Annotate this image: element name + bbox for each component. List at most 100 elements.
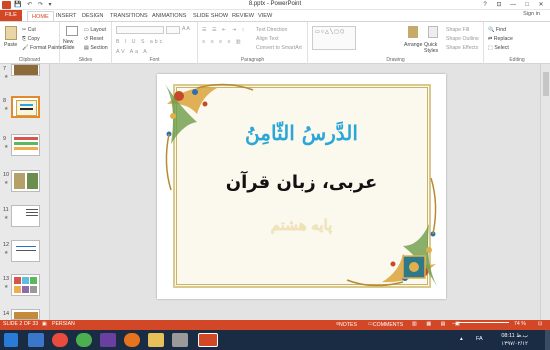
slide-thumbnail[interactable] [11, 134, 40, 156]
clock[interactable]: 08:11 ب.ظ ۱۳۹۷/۰۲/۱۲ [501, 332, 528, 348]
close-button[interactable]: ✕ [534, 0, 548, 10]
align-buttons[interactable]: ≡ ≡ ≡ ≡ ▥ [202, 39, 243, 45]
app-icon[interactable] [172, 333, 188, 347]
grade-title: پایه هشتم [270, 216, 333, 234]
ribbon: Paste ✂ Cut ⎘ Copy 🖌 Format Painter Clip… [0, 21, 550, 64]
animation-star-icon: ★ [4, 250, 9, 256]
slide-thumbnail[interactable] [11, 240, 40, 262]
slide-thumbnail-pane[interactable]: 7 ★ 8 ★ 9 ★ 10 ★ 11 ★ 12 ★ 13 ★ 14 [0, 64, 50, 325]
editing-group: 🔍 Find ⇄ Replace ⬚ Select Editing [484, 22, 550, 64]
find-button[interactable]: 🔍 Find [488, 27, 506, 33]
quick-styles-icon [428, 26, 438, 38]
ribbon-display-button[interactable]: ⊡ [492, 0, 506, 10]
font-name-dropdown[interactable] [116, 26, 164, 34]
reset-button[interactable]: ↺ Reset [84, 36, 103, 42]
animation-star-icon: ★ [4, 180, 9, 186]
format-painter-button[interactable]: 🖌 Format Painter [22, 45, 64, 51]
firefox-icon[interactable] [124, 333, 140, 347]
file-explorer-icon[interactable] [148, 333, 164, 347]
list-buttons[interactable]: ☰ ☰ ⇤ ⇥ ↕ [202, 27, 246, 33]
align-text-button[interactable]: Align Text [256, 36, 278, 42]
slide-thumbnail[interactable] [11, 274, 40, 296]
copy-button[interactable]: ⎘ Copy [22, 36, 40, 43]
editing-label: Editing [509, 57, 525, 63]
language-indicator-tray[interactable]: FA [476, 336, 483, 342]
shape-outline-button[interactable]: Shape Outline [446, 36, 479, 42]
current-slide[interactable]: الدَّرسُ الثّامِنُ عربی، زبان قرآن پایه … [157, 74, 446, 299]
tab-home[interactable]: HOME [27, 11, 54, 21]
start-button[interactable] [4, 333, 18, 347]
notes-label: NOTES [339, 322, 357, 328]
zoom-level[interactable]: 74 % [514, 321, 526, 327]
language-indicator[interactable]: PERSIAN [52, 321, 75, 327]
animation-star-icon: ★ [4, 106, 9, 112]
convert-smartart-button[interactable]: Convert to SmartArt [256, 45, 302, 51]
paste-button[interactable]: Paste [4, 42, 17, 48]
ie-icon[interactable] [28, 333, 44, 347]
minimize-button[interactable]: — [506, 0, 520, 10]
quick-styles-button[interactable]: Quick Styles [424, 42, 444, 54]
tab-review[interactable]: REVIEW [232, 11, 254, 21]
tab-view[interactable]: VIEW [258, 11, 272, 21]
thumb-number: 12 [3, 242, 10, 248]
select-button[interactable]: ⬚ Select [488, 45, 509, 51]
reset-label: Reset [89, 36, 104, 42]
slide-thumbnail-selected[interactable] [11, 96, 40, 118]
arrange-button[interactable]: Arrange [404, 42, 422, 48]
sign-in-link[interactable]: Sign in [523, 11, 540, 17]
slide-thumbnail[interactable] [11, 170, 40, 192]
new-slide-button[interactable]: New Slide [63, 39, 83, 51]
zoom-slider[interactable]: – + [452, 321, 509, 327]
notes-button[interactable]: ≡ NOTES [336, 321, 357, 328]
shapes-gallery[interactable]: ▭○△╲▢⬡ [312, 26, 356, 50]
arrange-icon [408, 26, 418, 38]
tray-icons[interactable]: ▴ [460, 336, 463, 342]
cut-button[interactable]: ✂ Cut [22, 27, 36, 33]
help-button[interactable]: ? [478, 0, 492, 10]
tab-file[interactable]: FILE [0, 10, 22, 21]
find-label: Find [495, 27, 506, 33]
shape-fill-button[interactable]: Shape Fill [446, 27, 469, 33]
maximize-button[interactable]: □ [520, 0, 534, 10]
tab-slide-show[interactable]: SLIDE SHOW [193, 11, 228, 21]
font-size-dropdown[interactable] [166, 26, 180, 34]
text-direction-button[interactable]: Text Direction [256, 27, 287, 33]
font-style-buttons[interactable]: B I U S abc [116, 39, 164, 45]
lesson-title: الدَّرسُ الثّامِنُ [245, 121, 358, 145]
new-slide-icon [66, 26, 78, 36]
grow-font-icon[interactable]: A A [182, 26, 190, 32]
slides-label: Slides [78, 57, 93, 63]
tab-transitions[interactable]: TRANSITIONS [110, 11, 148, 21]
vertical-scrollbar[interactable] [540, 64, 550, 320]
thumb-number: 14 [3, 311, 10, 317]
copy-label: Copy [27, 36, 40, 42]
slide-count: SLIDE 2 OF 33 [3, 321, 39, 327]
paragraph-label: Paragraph [240, 57, 265, 63]
section-label: Section [90, 45, 108, 51]
powerpoint-taskbar-icon[interactable] [198, 333, 218, 347]
scrollbar-thumb[interactable] [543, 72, 549, 96]
animation-star-icon: ★ [4, 215, 9, 221]
section-button[interactable]: ▤ Section [84, 45, 108, 51]
slide-thumbnail[interactable] [11, 64, 40, 76]
shape-effects-button[interactable]: Shape Effects [446, 45, 478, 51]
font-color-buttons[interactable]: AV Aa A [116, 49, 149, 55]
tab-design[interactable]: DESIGN [82, 11, 103, 21]
tab-insert[interactable]: INSERT [56, 11, 76, 21]
layout-button[interactable]: ▭ Layout [84, 27, 106, 33]
fit-slide-icon[interactable]: ⊡ [538, 321, 542, 327]
drawing-label: Drawing [386, 57, 405, 63]
thumb-number: 9 [3, 136, 7, 142]
slide-thumbnail[interactable] [11, 309, 40, 320]
chrome-icon[interactable] [52, 333, 68, 347]
slide-thumbnail[interactable] [11, 205, 40, 227]
show-desktop-button[interactable] [545, 330, 550, 350]
globe-app-icon[interactable] [76, 333, 92, 347]
media-app-icon[interactable] [100, 333, 116, 347]
font-group: A A B I U S abc AV Aa A Font [112, 22, 198, 64]
tab-animations[interactable]: ANIMATIONS [152, 11, 186, 21]
replace-button[interactable]: ⇄ Replace [488, 36, 513, 42]
comments-button[interactable]: ▭ COMMENTS [368, 321, 403, 328]
spellcheck-icon[interactable]: ▣ [42, 321, 47, 327]
thumb-number: 8 [3, 98, 7, 104]
